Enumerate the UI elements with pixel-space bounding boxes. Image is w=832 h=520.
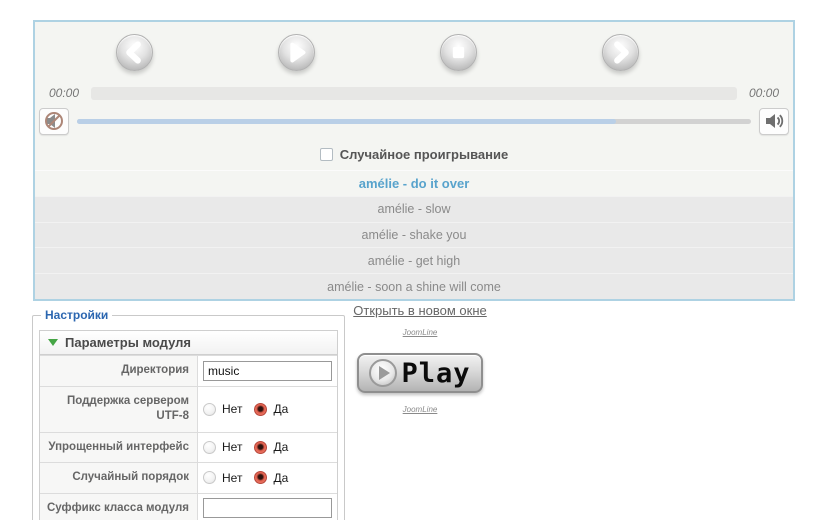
- collapse-triangle-icon: [48, 339, 58, 346]
- settings-fieldset: Настройки Параметры модуля Директория По…: [32, 308, 345, 520]
- params-header-label: Параметры модуля: [65, 335, 191, 350]
- track-title: amélie - slow: [378, 202, 451, 216]
- joomline-link-top[interactable]: JoomLine: [403, 328, 438, 337]
- track-row[interactable]: amélie - do it over: [35, 170, 793, 196]
- progress-row: 00:00 00:00: [35, 85, 793, 101]
- joomline-link-bottom[interactable]: JoomLine: [403, 405, 438, 414]
- simple-ui-radio-yes[interactable]: [254, 441, 267, 454]
- settings-legend: Настройки: [41, 308, 112, 322]
- stop-icon: [441, 34, 476, 71]
- shuffle-row: Случайное проигрывание: [35, 142, 793, 166]
- class-suffix-input[interactable]: [203, 498, 332, 518]
- page: 00:00 00:00: [0, 0, 832, 520]
- random-order-radio-no[interactable]: [203, 471, 216, 484]
- stop-button[interactable]: [440, 34, 477, 71]
- random-order-radio-no-label: Нет: [222, 471, 242, 485]
- random-order-radio-yes[interactable]: [254, 471, 267, 484]
- shuffle-checkbox[interactable]: [320, 148, 333, 161]
- transport-controls: [35, 22, 793, 82]
- elapsed-time: 00:00: [49, 86, 83, 100]
- param-row-simple-ui: Упрощенный интерфейс Нет Да: [40, 432, 337, 463]
- play-icon: [279, 34, 314, 71]
- chevron-right-icon: [603, 34, 638, 71]
- playlist: amélie - do it over amélie - slow amélie…: [35, 170, 793, 299]
- previous-track-button[interactable]: [116, 34, 153, 71]
- param-row-random-order: Случайный порядок Нет Да: [40, 462, 337, 493]
- seek-bar[interactable]: [91, 87, 737, 100]
- utf8-radio-no[interactable]: [203, 403, 216, 416]
- track-row[interactable]: amélie - soon a shine will come: [35, 273, 793, 299]
- speaker-muted-icon: [43, 111, 65, 131]
- simple-ui-radio-no[interactable]: [203, 441, 216, 454]
- volume-fill: [77, 119, 616, 124]
- utf8-label: Поддержка сервером UTF-8: [40, 387, 198, 432]
- mute-button[interactable]: [39, 108, 69, 135]
- track-row[interactable]: amélie - get high: [35, 247, 793, 273]
- utf8-radio-yes[interactable]: [254, 403, 267, 416]
- preview-column: Открыть в новом окне JoomLine Play JoomL…: [352, 302, 488, 417]
- speaker-loud-icon: [763, 111, 785, 131]
- play-circle-icon: [369, 359, 397, 387]
- volume-row: [35, 106, 793, 136]
- param-row-utf8: Поддержка сервером UTF-8 Нет Да: [40, 386, 337, 432]
- total-time: 00:00: [745, 86, 779, 100]
- track-title: amélie - shake you: [362, 228, 467, 242]
- random-order-label: Случайный порядок: [40, 463, 198, 493]
- play-button-label: Play: [401, 360, 470, 387]
- track-title: amélie - get high: [368, 254, 460, 268]
- simple-ui-radio-no-label: Нет: [222, 440, 242, 454]
- play-preview-button[interactable]: Play: [357, 353, 483, 393]
- play-button[interactable]: [278, 34, 315, 71]
- volume-slider[interactable]: [77, 119, 751, 124]
- directory-label: Директория: [40, 356, 198, 386]
- open-in-new-window-link[interactable]: Открыть в новом окне: [353, 303, 486, 318]
- utf8-radio-yes-label: Да: [273, 402, 288, 416]
- track-row[interactable]: amélie - shake you: [35, 222, 793, 248]
- music-player-panel: 00:00 00:00: [33, 20, 795, 301]
- simple-ui-radio-yes-label: Да: [273, 440, 288, 454]
- random-order-radio-yes-label: Да: [273, 471, 288, 485]
- volume-up-button[interactable]: [759, 108, 789, 135]
- directory-input[interactable]: [203, 361, 332, 381]
- utf8-radio-no-label: Нет: [222, 402, 242, 416]
- track-row[interactable]: amélie - slow: [35, 196, 793, 222]
- params-section-header[interactable]: Параметры модуля: [40, 331, 337, 355]
- class-suffix-label: Суффикс класса модуля: [40, 494, 198, 520]
- param-row-directory: Директория: [40, 355, 337, 386]
- next-track-button[interactable]: [602, 34, 639, 71]
- param-row-class-suffix: Суффикс класса модуля: [40, 493, 337, 520]
- track-title: amélie - do it over: [359, 176, 470, 191]
- module-params-table: Параметры модуля Директория Поддержка се…: [39, 330, 338, 520]
- simple-ui-label: Упрощенный интерфейс: [40, 433, 198, 463]
- track-title: amélie - soon a shine will come: [327, 280, 501, 294]
- shuffle-label: Случайное проигрывание: [340, 147, 508, 162]
- chevron-left-icon: [117, 34, 152, 71]
